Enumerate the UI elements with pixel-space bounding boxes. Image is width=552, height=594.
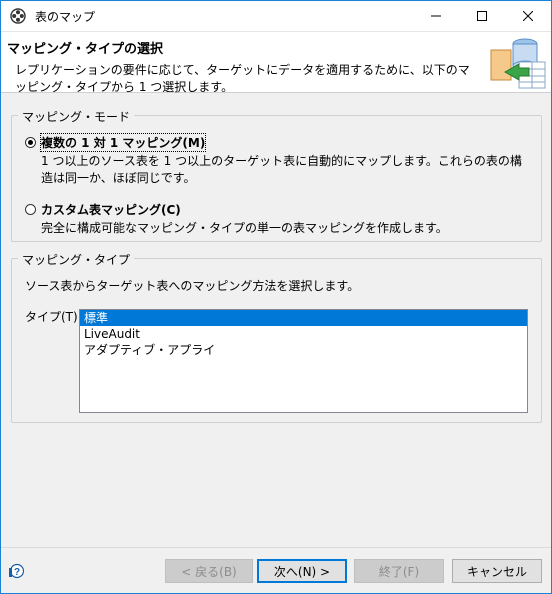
page-description: レプリケーションの要件に応じて、ターゲットにデータを適用するために、以下のマッピ… xyxy=(15,63,470,94)
list-item[interactable]: アダプティブ・アプライ xyxy=(80,342,527,358)
maximize-icon xyxy=(477,11,487,21)
radio-label: カスタム表マッピング(C) xyxy=(41,203,181,217)
radio-label: 複数の 1 対 1 マッピング(M) xyxy=(39,133,207,152)
list-item[interactable]: LiveAudit xyxy=(80,326,527,342)
maximize-button[interactable] xyxy=(459,1,505,31)
back-button[interactable]: < 戻る(B) xyxy=(165,559,253,583)
svg-text:?: ? xyxy=(14,567,20,578)
page-title: マッピング・タイプの選択 xyxy=(7,42,164,57)
dialog-window: 表のマップ マッピング・タイプの選択 レプリケーションの要件に応じて、ターゲット… xyxy=(0,0,552,594)
app-icon xyxy=(10,8,26,24)
list-item[interactable]: 標準 xyxy=(80,310,527,326)
option-description: 1 つ以上のソース表を 1 つ以上のターゲット表に自動的にマップします。これらの… xyxy=(41,154,522,185)
next-button[interactable]: 次へ(N) > xyxy=(257,559,347,583)
option-description: 完全に構成可能なマッピング・タイプの単一の表マッピングを作成します。 xyxy=(41,221,448,235)
close-icon xyxy=(523,11,533,21)
window-title: 表のマップ xyxy=(35,10,96,24)
help-icon[interactable]: ? xyxy=(8,563,24,579)
cancel-button[interactable]: キャンセル xyxy=(452,559,542,583)
minimize-button[interactable] xyxy=(413,1,459,31)
mapping-type-label: マッピング・タイプ xyxy=(18,251,135,268)
button-bar-separator xyxy=(1,547,551,548)
radio-button[interactable] xyxy=(25,137,36,148)
mapping-mode-label: マッピング・モード xyxy=(18,108,135,125)
mapping-type-instruction: ソース表からターゲット表へのマッピング方法を選択します。 xyxy=(25,279,360,293)
radio-custom-table-mapping[interactable]: カスタム表マッピング(C) xyxy=(25,201,181,218)
minimize-icon xyxy=(431,15,441,17)
finish-button[interactable]: 終了(F) xyxy=(354,559,444,583)
mapping-type-listbox[interactable]: 標準 LiveAudit アダプティブ・アプライ xyxy=(79,309,528,413)
table-map-icon xyxy=(490,38,546,89)
title-bar: 表のマップ xyxy=(1,1,551,32)
radio-multiple-one-to-one[interactable]: 複数の 1 対 1 マッピング(M) xyxy=(25,133,207,152)
radio-button[interactable] xyxy=(25,204,36,215)
type-field-label: タイプ(T): xyxy=(25,310,82,324)
wizard-header: マッピング・タイプの選択 レプリケーションの要件に応じて、ターゲットにデータを適… xyxy=(1,32,551,94)
close-button[interactable] xyxy=(505,1,551,31)
